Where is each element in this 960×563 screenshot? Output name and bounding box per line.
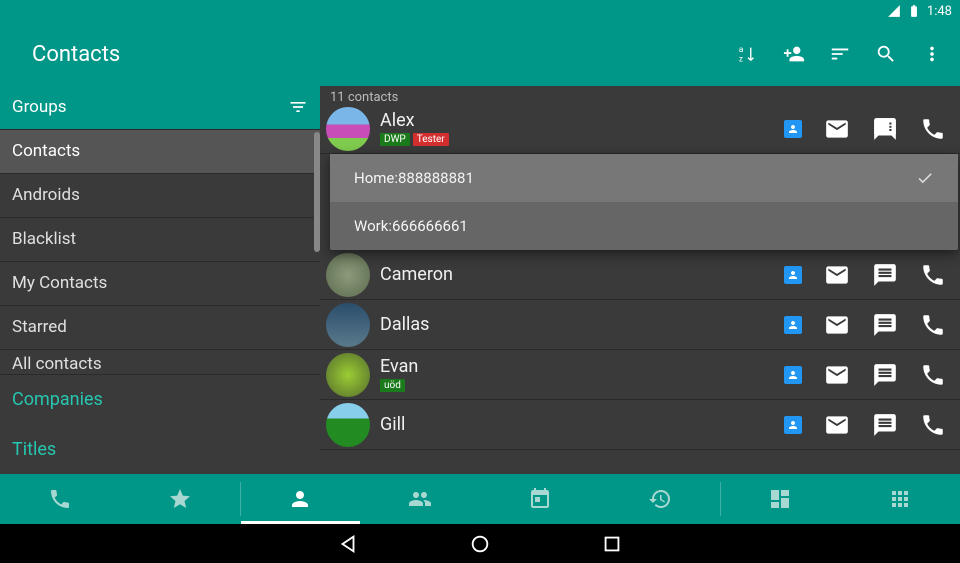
android-nav-bar	[0, 524, 960, 563]
signal-icon	[887, 4, 901, 18]
message-button[interactable]	[872, 312, 898, 338]
contact-tag: DWP	[380, 133, 410, 146]
filter-icon	[288, 97, 308, 117]
call-button[interactable]	[920, 312, 946, 338]
contact-tag: uöd	[380, 379, 405, 392]
contact-list: 11 contacts Alex DWP Tester Came	[320, 86, 960, 474]
dropdown-label: Home:888888881	[354, 169, 474, 187]
app-toolbar: Contacts az	[0, 22, 960, 86]
call-button[interactable]	[920, 412, 946, 438]
tab-calendar[interactable]	[480, 474, 600, 524]
battery-icon	[907, 4, 921, 18]
message-button[interactable]	[872, 412, 898, 438]
avatar	[326, 403, 370, 447]
contact-row-alex[interactable]: Alex DWP Tester	[320, 104, 960, 154]
toolbar-title: Contacts	[32, 42, 736, 67]
avatar	[326, 253, 370, 297]
sidebar-item-starred[interactable]: Starred	[0, 306, 320, 350]
nav-back-icon[interactable]	[337, 533, 359, 555]
filter-button[interactable]	[828, 42, 852, 66]
contact-row-evan[interactable]: Evan uöd	[320, 350, 960, 400]
contact-name: Evan	[380, 357, 784, 377]
sidebar-item-companies[interactable]: Companies	[0, 375, 320, 425]
contact-row-gill[interactable]: Gill	[320, 400, 960, 450]
nav-home-icon[interactable]	[469, 533, 491, 555]
email-button[interactable]	[824, 262, 850, 288]
email-button[interactable]	[824, 116, 850, 142]
message-button[interactable]	[872, 262, 898, 288]
phone-number-dropdown: Home:888888881 Work:666666661	[330, 154, 958, 250]
sort-az-button[interactable]: az	[736, 42, 760, 66]
status-time: 1:48	[927, 4, 952, 19]
contact-name: Gill	[380, 415, 784, 435]
sidebar-item-contacts[interactable]: Contacts	[0, 130, 320, 174]
tab-history[interactable]	[600, 474, 720, 524]
dropdown-label: Work:666666661	[354, 217, 468, 235]
tab-apps[interactable]	[840, 474, 960, 524]
svg-text:z: z	[739, 54, 743, 64]
sidebar-item-blacklist[interactable]: Blacklist	[0, 218, 320, 262]
sidebar-item-androids[interactable]: Androids	[0, 174, 320, 218]
contact-name: Cameron	[380, 265, 784, 285]
call-button[interactable]	[920, 262, 946, 288]
check-icon	[916, 169, 934, 187]
email-button[interactable]	[824, 412, 850, 438]
contact-tag: Tester	[413, 133, 449, 146]
avatar	[326, 303, 370, 347]
message-button[interactable]	[872, 116, 898, 142]
bottom-tab-bar	[0, 474, 960, 524]
sync-badge-icon	[784, 366, 802, 384]
sync-badge-icon	[784, 266, 802, 284]
sidebar-item-titles[interactable]: Titles	[0, 424, 320, 474]
sidebar-header-label: Groups	[12, 97, 67, 117]
sidebar-item-all-contacts[interactable]: All contacts	[0, 350, 320, 375]
sync-badge-icon	[784, 120, 802, 138]
tab-contacts[interactable]	[241, 474, 361, 524]
email-button[interactable]	[824, 312, 850, 338]
content-area: Groups Contacts Androids Blacklist My Co…	[0, 86, 960, 474]
contact-name: Alex	[380, 111, 784, 131]
tab-favorites[interactable]	[120, 474, 240, 524]
dropdown-item-home[interactable]: Home:888888881	[330, 154, 958, 202]
dropdown-item-work[interactable]: Work:666666661	[330, 202, 958, 250]
call-button[interactable]	[920, 116, 946, 142]
sync-badge-icon	[784, 316, 802, 334]
sidebar-header-groups[interactable]: Groups	[0, 86, 320, 130]
avatar	[326, 353, 370, 397]
sidebar-item-my-contacts[interactable]: My Contacts	[0, 262, 320, 306]
sync-badge-icon	[784, 416, 802, 434]
contact-row-cameron[interactable]: Cameron	[320, 250, 960, 300]
status-bar: 1:48	[0, 0, 960, 22]
nav-recent-icon[interactable]	[601, 533, 623, 555]
tab-phone[interactable]	[0, 474, 120, 524]
call-button[interactable]	[920, 362, 946, 388]
contact-count: 11 contacts	[320, 86, 960, 104]
tab-dashboard[interactable]	[721, 474, 841, 524]
contact-row-dallas[interactable]: Dallas	[320, 300, 960, 350]
email-button[interactable]	[824, 362, 850, 388]
avatar	[326, 107, 370, 151]
tab-groups[interactable]	[360, 474, 480, 524]
message-button[interactable]	[872, 362, 898, 388]
sidebar: Groups Contacts Androids Blacklist My Co…	[0, 86, 320, 474]
search-button[interactable]	[874, 42, 898, 66]
add-contact-button[interactable]	[782, 42, 806, 66]
contact-name: Dallas	[380, 315, 784, 335]
more-button[interactable]	[920, 42, 944, 66]
